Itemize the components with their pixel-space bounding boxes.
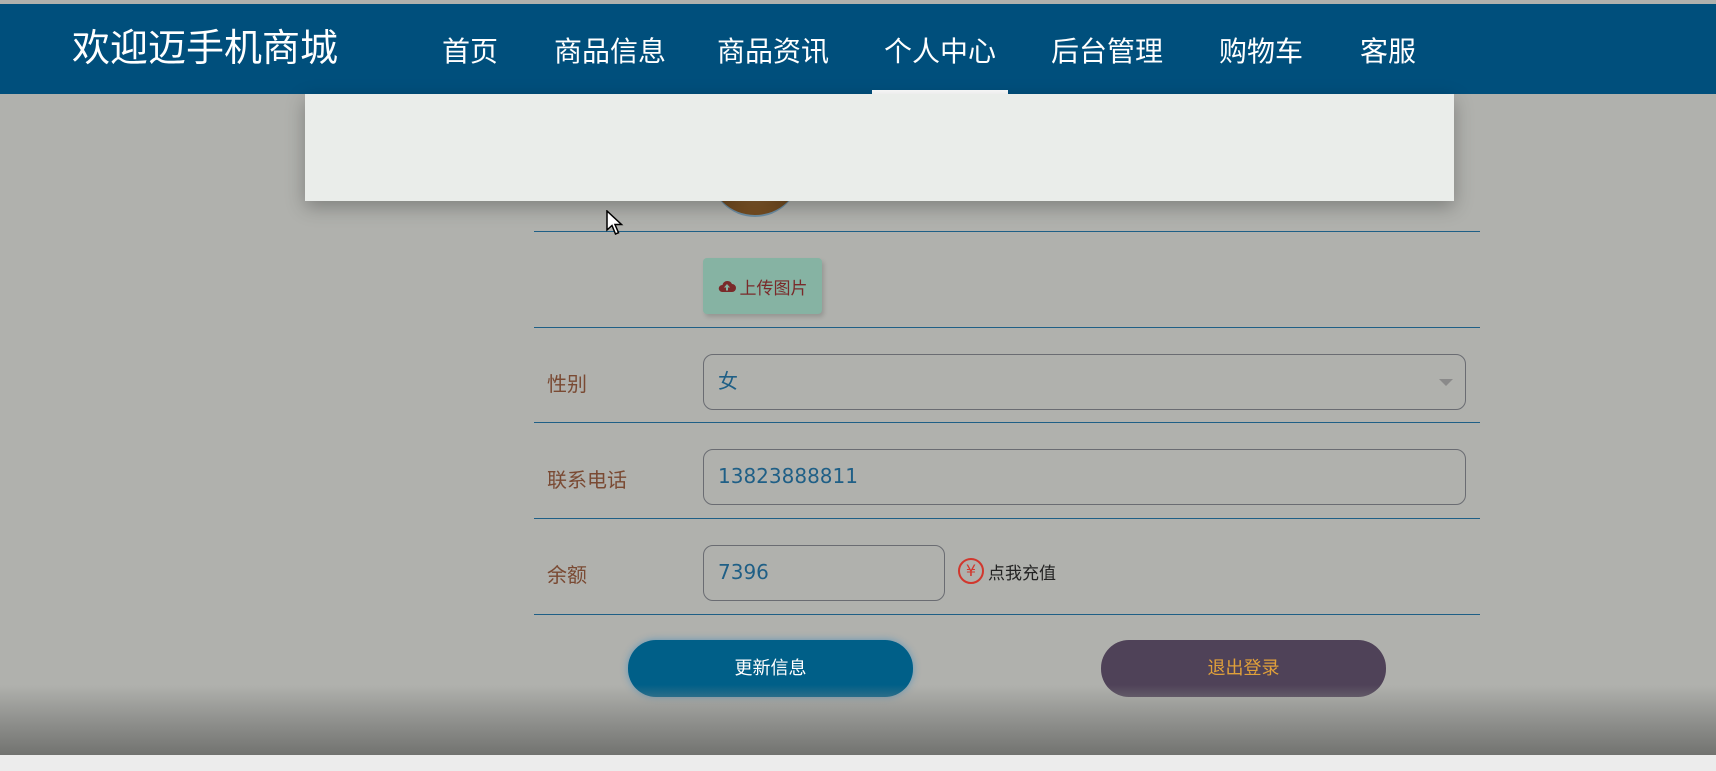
- divider: [534, 518, 1480, 519]
- nav-item-admin[interactable]: 后台管理: [1051, 32, 1163, 72]
- chevron-down-icon: [1439, 379, 1453, 386]
- phone-label: 联系电话: [547, 468, 627, 492]
- page: 欢迎迈手机商城 首页 商品信息 商品资讯 个人中心 后台管理 购物车 客服 上传…: [0, 0, 1716, 771]
- divider: [534, 231, 1480, 232]
- gender-select[interactable]: 女: [703, 354, 1466, 410]
- upload-image-button[interactable]: 上传图片: [703, 258, 822, 314]
- divider: [534, 614, 1480, 615]
- nav-item-product-info[interactable]: 商品信息: [554, 32, 666, 72]
- upload-image-label: 上传图片: [739, 278, 808, 299]
- divider: [534, 327, 1480, 328]
- balance-value: 7396: [718, 560, 769, 584]
- recharge-label: 点我充值: [988, 563, 1056, 584]
- phone-value: 13823888811: [718, 464, 858, 488]
- gender-value: 女: [718, 369, 738, 393]
- bottom-shadow: [0, 685, 1716, 755]
- mouse-cursor-icon: [606, 210, 624, 235]
- nav-item-cart[interactable]: 购物车: [1219, 32, 1303, 72]
- nav-item-personal-center[interactable]: 个人中心: [871, 32, 1009, 94]
- nav-item-customer-service[interactable]: 客服: [1360, 32, 1416, 72]
- divider: [534, 422, 1480, 423]
- balance-input[interactable]: 7396: [703, 545, 945, 601]
- bottom-bar: [0, 755, 1716, 771]
- cloud-upload-icon: [718, 280, 736, 292]
- gender-label: 性别: [547, 372, 587, 396]
- recharge-link[interactable]: ¥ 点我充值: [958, 558, 1056, 584]
- yen-icon: ¥: [958, 558, 984, 584]
- nav-item-home[interactable]: 首页: [442, 32, 498, 72]
- site-brand[interactable]: 欢迎迈手机商城: [72, 26, 338, 70]
- overlay-panel: [305, 94, 1454, 201]
- phone-input[interactable]: 13823888811: [703, 449, 1466, 505]
- balance-label: 余额: [547, 563, 587, 587]
- nav-item-product-news[interactable]: 商品资讯: [717, 32, 829, 72]
- top-nav-bar: 欢迎迈手机商城 首页 商品信息 商品资讯 个人中心 后台管理 购物车 客服: [0, 4, 1716, 94]
